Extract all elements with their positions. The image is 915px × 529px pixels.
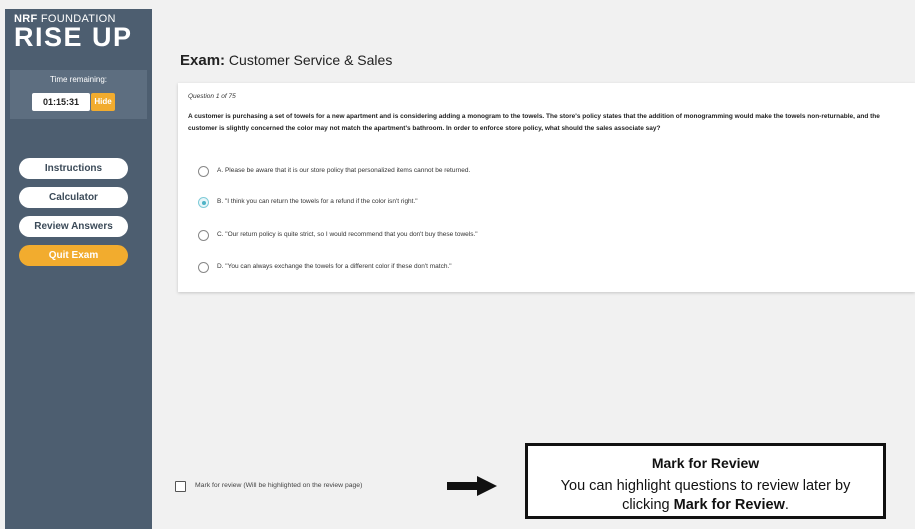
mark-for-review-label: Mark for review (Will be highlighted on … xyxy=(195,482,363,489)
exam-title-name: Customer Service & Sales xyxy=(228,52,393,68)
answer-option-b-text: B. "I think you can return the towels fo… xyxy=(217,198,418,205)
right-arrow-icon xyxy=(447,476,497,496)
page-title: Exam: Customer Service & Sales xyxy=(180,52,392,69)
review-answers-button[interactable]: Review Answers xyxy=(19,216,128,237)
radio-button-b[interactable] xyxy=(198,197,209,208)
question-text: A customer is purchasing a set of towels… xyxy=(188,113,880,132)
hide-timer-button[interactable]: Hide xyxy=(91,93,115,111)
radio-button-d[interactable] xyxy=(198,262,209,273)
calculator-button[interactable]: Calculator xyxy=(19,187,128,208)
radio-button-c[interactable] xyxy=(198,230,209,241)
answer-option-d-text: D. "You can always exchange the towels f… xyxy=(217,263,452,270)
mark-for-review-checkbox[interactable] xyxy=(175,481,186,492)
mark-for-review-callout: Mark for Review You can highlight questi… xyxy=(525,443,886,519)
timer-label: Time remaining: xyxy=(49,75,108,84)
sidebar: NRF FOUNDATION RISE UP Time remaining: 0… xyxy=(5,9,152,529)
question-card: Question 1 of 75 A customer is purchasin… xyxy=(178,83,915,292)
exam-title-prefix: Exam: xyxy=(180,52,226,69)
callout-body-bold: Mark for Review xyxy=(673,497,785,513)
answer-option-a-text: A. Please be aware that it is our store … xyxy=(217,167,471,174)
question-counter: Question 1 of 75 xyxy=(188,93,236,100)
quit-exam-button[interactable]: Quit Exam xyxy=(19,245,128,266)
radio-button-a[interactable] xyxy=(198,166,209,177)
timer-value: 01:15:31 xyxy=(32,93,90,111)
answer-option-c-text: C. "Our return policy is quite strict, s… xyxy=(217,231,478,238)
brand-logo: RISE UP xyxy=(14,22,133,52)
instructions-button[interactable]: Instructions xyxy=(19,158,128,179)
callout-title: Mark for Review xyxy=(651,455,760,471)
callout-body: You can highlight questions to review la… xyxy=(538,477,873,515)
callout-body-end: . xyxy=(784,497,789,513)
timer-panel: Time remaining: 01:15:31 Hide xyxy=(10,70,147,119)
